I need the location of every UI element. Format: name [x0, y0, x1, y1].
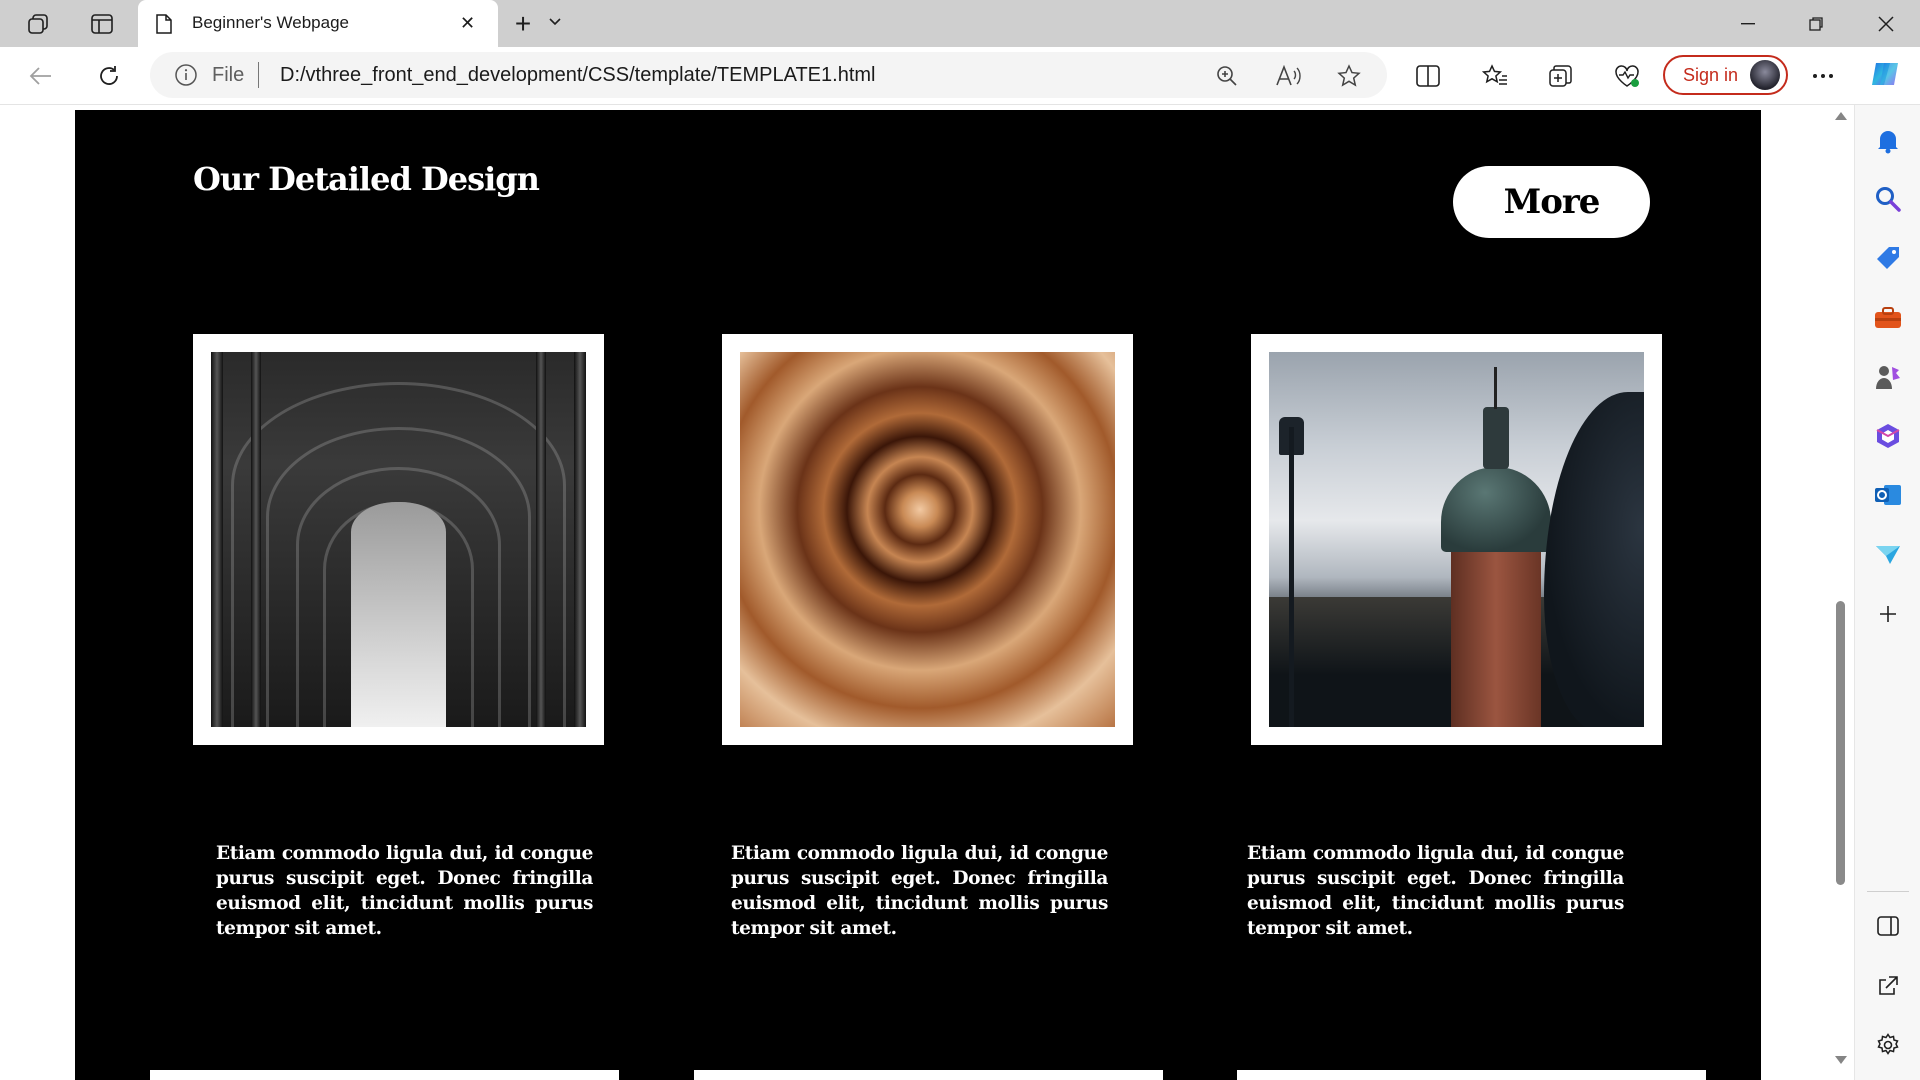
avatar	[1750, 60, 1780, 90]
card-bottom-bar	[694, 1070, 1163, 1080]
minimize-icon[interactable]	[1728, 10, 1768, 38]
send-drop-icon[interactable]	[1872, 538, 1904, 570]
card-bottom-bar	[1237, 1070, 1706, 1080]
close-tab-icon[interactable]: ✕	[460, 13, 475, 34]
address-toolbar: File D:/vthree_front_end_development/CSS…	[0, 47, 1920, 105]
collections-icon[interactable]	[1544, 59, 1578, 93]
restore-icon[interactable]	[1796, 10, 1836, 38]
add-icon[interactable]	[1872, 598, 1904, 630]
shopping-tag-icon[interactable]	[1872, 242, 1904, 274]
outlook-icon[interactable]	[1872, 479, 1904, 511]
address-scheme: File	[212, 64, 245, 86]
back-icon[interactable]	[24, 59, 58, 93]
tools-briefcase-icon[interactable]	[1872, 302, 1904, 334]
refresh-icon[interactable]	[92, 59, 126, 93]
favorite-star-icon[interactable]	[1334, 62, 1364, 90]
vertical-tabs-icon[interactable]	[84, 8, 120, 40]
domed-tower-image	[1269, 352, 1644, 727]
vertical-scrollbar[interactable]	[1828, 106, 1854, 1080]
design-section: Our Detailed Design More Etiam commodo l…	[75, 110, 1761, 1080]
chevron-down-icon[interactable]	[548, 14, 562, 32]
url-text[interactable]: D:/vthree_front_end_development/CSS/temp…	[280, 64, 875, 87]
address-separator	[258, 62, 259, 88]
info-icon[interactable]	[174, 63, 198, 92]
sign-in-button[interactable]: Sign in	[1663, 55, 1788, 95]
page-icon	[156, 14, 172, 39]
edge-sidebar	[1854, 105, 1920, 1080]
split-screen-icon[interactable]	[1411, 59, 1445, 93]
browser-essentials-icon[interactable]	[1610, 59, 1644, 93]
section-title: Our Detailed Design	[193, 160, 540, 198]
close-window-icon[interactable]	[1866, 10, 1906, 38]
card-image-frame[interactable]	[1251, 334, 1662, 745]
sidebar-panel-icon[interactable]	[1872, 910, 1904, 942]
sign-in-label: Sign in	[1683, 64, 1739, 85]
card-image-frame[interactable]	[722, 334, 1133, 745]
spiral-staircase-image	[740, 352, 1115, 727]
card-description: Etiam commodo ligula dui, id congue puru…	[731, 843, 1108, 939]
games-icon[interactable]	[1872, 361, 1904, 393]
new-tab-icon[interactable]: +	[506, 8, 540, 40]
tab-strip: Beginner's Webpage ✕ +	[0, 0, 1920, 47]
settings-gear-icon[interactable]	[1872, 1029, 1904, 1061]
notifications-bell-icon[interactable]	[1872, 125, 1904, 157]
page-viewport: Our Detailed Design More Etiam commodo l…	[0, 106, 1854, 1080]
cathedral-arches-image	[211, 352, 586, 727]
more-menu-icon[interactable]	[1806, 59, 1840, 93]
copilot-icon[interactable]	[1868, 57, 1902, 91]
read-aloud-icon[interactable]	[1273, 62, 1303, 90]
card-description: Etiam commodo ligula dui, id congue puru…	[216, 843, 593, 939]
address-bar[interactable]: File D:/vthree_front_end_development/CSS…	[150, 52, 1387, 98]
favorites-icon[interactable]	[1478, 59, 1512, 93]
active-tab[interactable]: Beginner's Webpage ✕	[138, 0, 498, 47]
card-bottom-bar	[150, 1070, 619, 1080]
scroll-thumb[interactable]	[1836, 601, 1845, 885]
tab-title: Beginner's Webpage	[192, 13, 349, 32]
open-external-icon[interactable]	[1872, 970, 1904, 1002]
microsoft-365-icon[interactable]	[1872, 420, 1904, 452]
card-description: Etiam commodo ligula dui, id congue puru…	[1247, 843, 1624, 939]
scroll-up-arrow-icon[interactable]	[1835, 112, 1847, 120]
zoom-icon[interactable]	[1212, 62, 1242, 90]
workspaces-icon[interactable]	[20, 8, 56, 40]
scroll-down-arrow-icon[interactable]	[1835, 1056, 1847, 1064]
card-image-frame[interactable]	[193, 334, 604, 745]
search-icon[interactable]	[1872, 183, 1904, 215]
sidebar-divider	[1867, 891, 1909, 892]
more-button[interactable]: More	[1453, 166, 1650, 238]
